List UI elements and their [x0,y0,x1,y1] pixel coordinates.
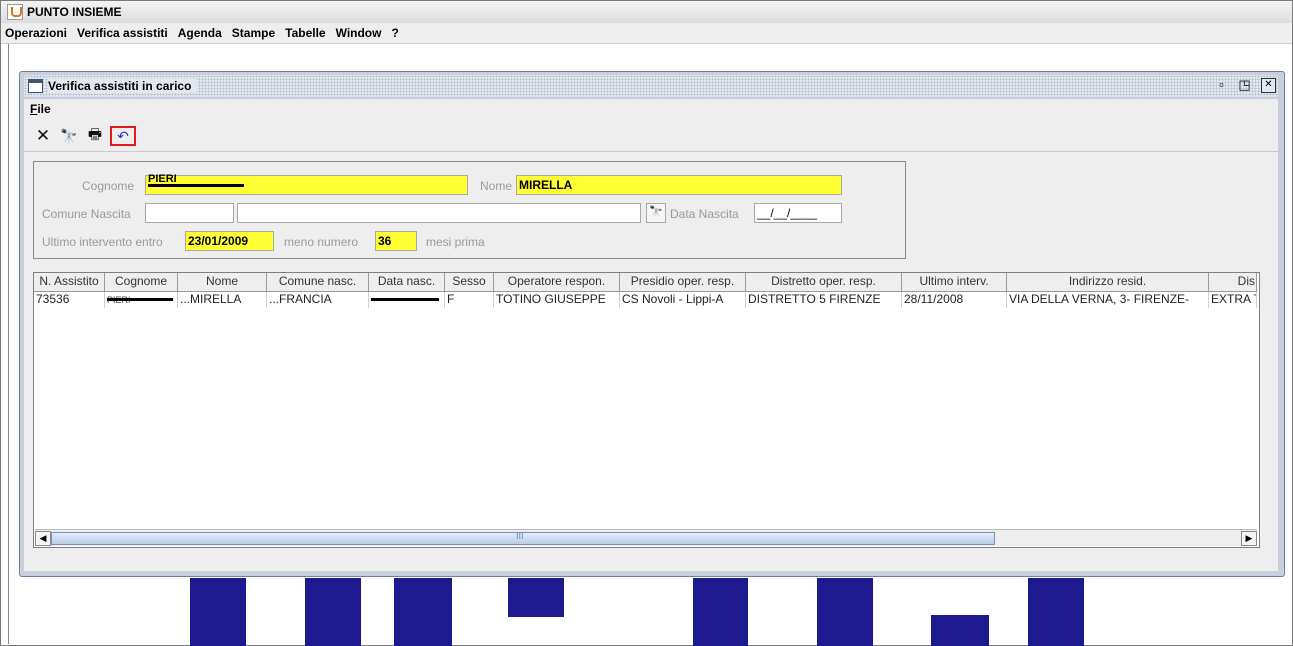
cell-n-assistito: 73536 [34,292,105,308]
redaction-bar [107,298,173,301]
comune-name-input[interactable] [237,203,641,223]
column-header[interactable]: Ultimo interv. [902,273,1007,291]
column-header[interactable]: Distretto oper. resp. [746,273,902,291]
cell-data-nasc [369,292,445,308]
data-nascita-label: Data Nascita [670,207,739,221]
column-header[interactable]: Data nasc. [369,273,445,291]
scroll-left-icon[interactable]: ◀ [35,531,51,546]
menu-help[interactable]: ? [386,26,403,40]
background-block [931,615,989,646]
column-header[interactable]: Sesso [445,273,494,291]
column-header[interactable]: Cognome [105,273,178,291]
toolbar-separator [24,151,1278,152]
menu-operazioni[interactable]: Operazioni [1,26,72,40]
binoculars-search-icon[interactable]: 🔭 [646,203,666,223]
redaction-bar [148,184,244,187]
menu-window[interactable]: Window [331,26,387,40]
meno-numero-label: meno numero [284,235,359,249]
ultimo-intervento-label: Ultimo intervento entro [42,235,163,249]
column-header[interactable]: N. Assistito [34,273,105,291]
undo-icon[interactable]: ↶ [110,126,136,146]
cell-distretto: DISTRETTO 5 FIRENZE [746,292,902,308]
background-block [693,578,748,646]
cell-comune: ...FRANCIA [267,292,369,308]
file-menu[interactable]: File [30,102,51,116]
main-menubar: Operazioni Verifica assistiti Agenda Sta… [1,23,1292,44]
ultimo-intervento-input[interactable]: 23/01/2009 [185,231,274,251]
nome-input[interactable]: MIRELLA [516,175,842,195]
column-header[interactable]: Nome [178,273,267,291]
scrollbar-thumb[interactable]: III [51,531,995,545]
java-app-icon [7,4,23,20]
nome-value: MIRELLA [519,178,573,192]
menu-tabelle[interactable]: Tabelle [280,26,330,40]
cell-presidio: CS Novoli - Lippi-A [620,292,746,308]
internal-window-title: Verifica assistiti in carico [48,79,198,93]
mesi-prima-label: mesi prima [426,235,485,249]
comune-nascita-label: Comune Nascita [42,207,131,221]
printer-icon[interactable]: 🖶 [84,125,106,147]
table-row[interactable]: 73536 PIERI ...MIRELLA ...FRANCIA F TOTI… [34,292,1257,308]
background-block [1028,578,1084,646]
column-header[interactable]: Comune nasc. [267,273,369,291]
cell-cognome: PIERI [105,292,178,308]
column-header[interactable]: Presidio oper. resp. [620,273,746,291]
background-block [305,578,361,646]
scroll-right-icon[interactable]: ▶ [1241,531,1257,546]
horizontal-scrollbar[interactable]: ◀ III ▶ [35,529,1257,546]
comune-code-input[interactable] [145,203,234,223]
cognome-label: Cognome [82,179,135,193]
background-block [394,578,452,646]
scrollbar-grip: III [516,531,524,541]
cell-dis: EXTRA T [1211,292,1257,308]
internal-window: Verifica assistiti in carico ▫ ◳ ✕ File … [19,71,1285,577]
nome-label: Nome [480,179,513,193]
close-icon[interactable]: ✕ [1261,78,1276,93]
background-block [508,578,564,617]
binoculars-icon[interactable]: 🔭 [58,125,80,147]
menu-agenda[interactable]: Agenda [173,26,227,40]
minimize-icon[interactable]: ▫ [1215,78,1228,92]
close-x-icon[interactable]: ✕ [32,125,54,147]
column-header[interactable]: Indirizzo resid. [1007,273,1209,291]
redaction-bar [371,298,439,301]
toolbar: ✕ 🔭 🖶 ↶ [32,123,136,149]
results-table: N. Assistito Cognome Nome Comune nasc. D… [33,272,1260,548]
column-header[interactable]: Dis [1209,273,1257,291]
maximize-icon[interactable]: ◳ [1238,78,1251,92]
background-block [190,578,246,646]
cognome-input[interactable]: PIERI [145,173,468,195]
meno-numero-input[interactable]: 36 [375,231,417,251]
cell-operatore: TOTINO GIUSEPPE [494,292,620,308]
app-title-bar[interactable]: PUNTO INSIEME [1,1,1292,24]
search-panel: Cognome PIERI Nome MIRELLA Comune Nascit… [33,161,906,259]
column-header[interactable]: Operatore respon. [494,273,620,291]
cell-ultimo: 28/11/2008 [902,292,1007,308]
cell-indirizzo: VIA DELLA VERNA, 3- FIRENZE- [1007,292,1209,308]
cell-nome: ...MIRELLA [178,292,267,308]
data-nascita-input[interactable]: __/__/____ [754,203,842,223]
window-icon [28,79,43,93]
internal-window-body: File ✕ 🔭 🖶 ↶ Cognome PIERI Nome MIRELLA … [24,99,1278,571]
background-block [817,578,873,646]
app-title: PUNTO INSIEME [27,5,122,19]
internal-window-title-bar[interactable]: Verifica assistiti in carico ▫ ◳ ✕ [24,75,1278,97]
menu-stampe[interactable]: Stampe [227,26,280,40]
menu-verifica-assistiti[interactable]: Verifica assistiti [72,26,173,40]
cell-sesso: F [445,292,494,308]
table-header: N. Assistito Cognome Nome Comune nasc. D… [34,273,1257,292]
